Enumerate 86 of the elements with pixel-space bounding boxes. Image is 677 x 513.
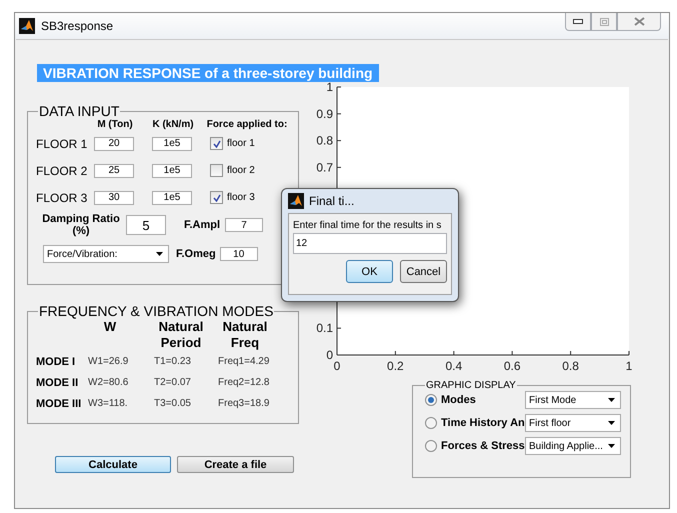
table-cell-text: W1=26.9 <box>87 356 130 367</box>
panel-title: DATA INPUT <box>38 103 120 119</box>
column-header: K (kN/m) <box>151 119 195 130</box>
caret-icon <box>608 444 615 448</box>
dialog-prompt: Enter final time for the results in s <box>293 220 442 231</box>
dialog-button[interactable]: OK <box>346 260 393 283</box>
tick-label: 0.6 <box>504 359 521 373</box>
maximize-icon <box>600 18 608 26</box>
column-header: Natural Period <box>158 319 204 351</box>
omega-field[interactable]: 10 <box>220 247 258 261</box>
table-cell-text: Freq3=18.9 <box>217 398 270 409</box>
mode-label: MODE II <box>36 376 80 388</box>
column-header: Force applied to: <box>206 119 288 130</box>
stiffness-field[interactable]: 1e5 <box>152 136 192 150</box>
table-cell-text: W3=118. <box>87 398 129 409</box>
mass-field[interactable]: 25 <box>94 164 134 178</box>
tick-label: 0 <box>334 359 340 373</box>
mode-label: MODE III <box>36 398 82 410</box>
damping-field[interactable]: 5 <box>126 215 166 235</box>
display-dropdown[interactable]: First floor <box>525 414 621 432</box>
table-cell-text: Freq1=4.29 <box>217 356 270 367</box>
checkbox-label: floor 2 <box>227 165 255 176</box>
tick-label: 0.9 <box>316 106 333 121</box>
floor-label: FLOOR 3 <box>36 190 88 204</box>
caret-icon <box>156 252 163 256</box>
window-title: SB3response <box>41 19 114 33</box>
omega-label: F.Omeg <box>176 248 216 260</box>
force-checkbox[interactable] <box>210 164 223 177</box>
app-icon <box>288 193 304 209</box>
tick-label: 0.8 <box>562 359 579 373</box>
column-header: M (Ton) <box>96 119 134 130</box>
minimize-icon <box>573 19 583 24</box>
radio-label: Forces & Stress <box>441 440 525 452</box>
tick-label: 1 <box>326 80 333 94</box>
check-icon <box>212 194 220 202</box>
tick-label: 0.2 <box>387 359 404 373</box>
radio-button[interactable] <box>425 417 437 429</box>
dialog-button[interactable]: Cancel <box>400 260 447 283</box>
amplitude-field[interactable]: 7 <box>225 218 264 232</box>
app-banner: VIBRATION RESPONSE of a three-storey building <box>37 64 379 82</box>
radio-label: Time History An <box>441 417 525 429</box>
caret-icon <box>608 398 615 402</box>
floor-label: FLOOR 1 <box>36 136 88 150</box>
caret-icon <box>608 421 615 425</box>
force-dropdown[interactable]: Force/Vibration: <box>43 245 169 263</box>
tick-label: 0.8 <box>316 134 333 148</box>
tick-label: 0.7 <box>316 160 333 174</box>
floor-label: FLOOR 2 <box>36 164 88 178</box>
radio-button[interactable] <box>425 440 437 452</box>
tick-label: 1 <box>626 359 632 373</box>
mass-field[interactable]: 20 <box>94 136 134 150</box>
checkbox-label: floor 3 <box>227 192 255 203</box>
panel-title: GRAPHIC DISPLAY <box>425 380 517 391</box>
close-icon <box>634 17 644 26</box>
tick-label: 0 <box>326 348 333 362</box>
stiffness-field[interactable]: 1e5 <box>152 190 192 204</box>
column-header: W <box>102 319 118 336</box>
tick-label: 0.1 <box>316 321 333 336</box>
force-checkbox[interactable] <box>210 191 223 204</box>
display-dropdown[interactable]: First Mode <box>525 391 621 409</box>
tick-label: 0.4 <box>445 359 462 373</box>
action-button[interactable]: Calculate <box>55 456 171 473</box>
input-field[interactable]: 12 <box>293 233 447 254</box>
radio-label: Modes <box>441 394 477 406</box>
mode-label: MODE I <box>36 356 76 368</box>
table-cell-text: T3=0.05 <box>153 398 192 409</box>
dialog-title: Final ti... <box>309 194 354 208</box>
check-icon <box>212 140 220 148</box>
table-cell-text: W2=80.6 <box>87 377 130 388</box>
app-icon <box>19 18 35 34</box>
force-checkbox[interactable] <box>210 137 223 150</box>
radio-button[interactable] <box>425 394 437 406</box>
damping-label: Damping Ratio (%) <box>41 213 121 237</box>
amplitude-label: F.Ampl <box>184 219 220 231</box>
panel-title: FREQUENCY & VIBRATION MODES <box>38 303 274 319</box>
display-dropdown[interactable]: Building Applie... <box>525 437 621 455</box>
table-cell-text: T2=0.07 <box>153 377 192 388</box>
close-button[interactable] <box>617 13 661 31</box>
table-cell-text: Freq2=12.8 <box>217 377 270 388</box>
action-button[interactable]: Create a file <box>177 456 294 473</box>
mass-field[interactable]: 30 <box>94 190 134 204</box>
checkbox-label: floor 1 <box>227 138 255 149</box>
table-cell-text: T1=0.23 <box>153 356 192 367</box>
minimize-button[interactable] <box>565 13 591 31</box>
stiffness-field[interactable]: 1e5 <box>152 164 192 178</box>
column-header: Natural Freq <box>222 319 268 351</box>
